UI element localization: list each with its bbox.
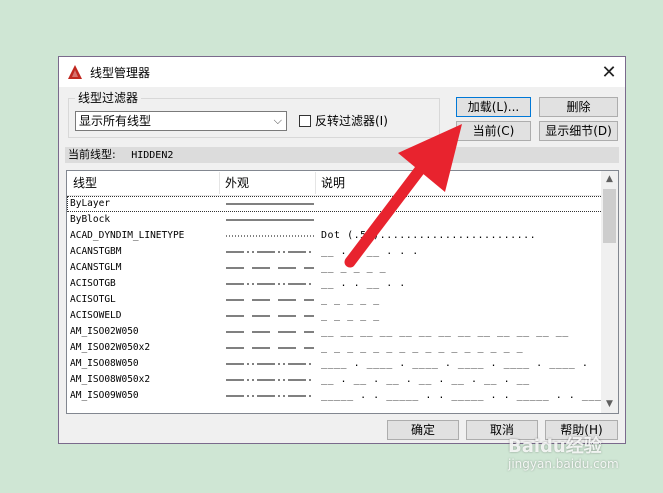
- watermark-logo: Baidu经验: [508, 436, 602, 457]
- red-pointer-arrow-icon: [344, 124, 462, 268]
- baidu-watermark: Baidu经验 jingyan.baidu.com: [508, 436, 619, 472]
- watermark-url: jingyan.baidu.com: [508, 457, 619, 471]
